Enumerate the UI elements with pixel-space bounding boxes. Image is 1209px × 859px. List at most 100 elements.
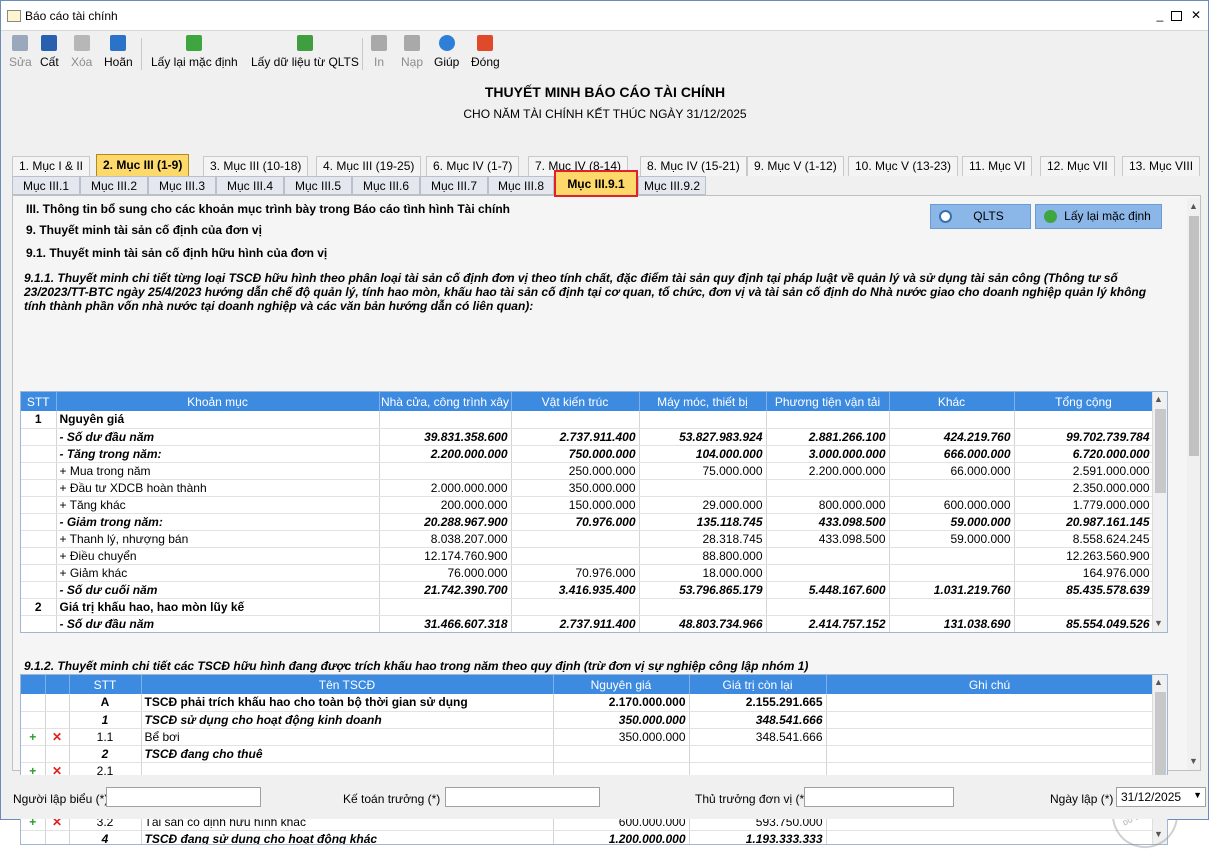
table-row[interactable]: 4 TSCĐ đang sử dụng cho hoạt động khác 1.2… bbox=[21, 830, 1154, 844]
date-picker[interactable]: 31/12/2025 ▼ bbox=[1116, 787, 1206, 807]
table-cell[interactable]: - Số dư cuối năm bbox=[56, 581, 380, 599]
table-cell[interactable]: TSCĐ sử dụng cho hoạt động kinh doanh bbox=[141, 711, 554, 729]
column-header[interactable]: Khoản mục bbox=[56, 392, 380, 411]
table-row[interactable]: - Số dư đầu năm 39.831.358.600 2.737.911.4… bbox=[21, 428, 1154, 446]
table-cell[interactable] bbox=[826, 728, 1154, 746]
close-window-button[interactable]: ✕ bbox=[1189, 8, 1203, 22]
table-cell[interactable]: - Giảm trong năm: bbox=[56, 513, 380, 531]
column-header[interactable] bbox=[21, 675, 46, 694]
add-row-cell[interactable] bbox=[21, 711, 46, 729]
table-cell[interactable] bbox=[766, 479, 890, 497]
table-cell[interactable]: 348.541.666 bbox=[689, 711, 827, 729]
table-cell[interactable]: + Điều chuyển bbox=[56, 547, 380, 565]
table-cell[interactable]: 250.000.000 bbox=[511, 462, 640, 480]
table-cell[interactable]: 2.170.000.000 bbox=[553, 694, 690, 712]
depreciating-assets-grid[interactable]: STT Tên TSCĐ Nguyên giá Giá trị còn lại Ghi … bbox=[20, 674, 1168, 845]
table-cell[interactable]: 150.000.000 bbox=[511, 496, 640, 514]
column-header[interactable] bbox=[45, 675, 70, 694]
toolbar-button-2[interactable]: Xóa bbox=[71, 35, 92, 75]
table-cell[interactable] bbox=[889, 564, 1015, 582]
column-header[interactable]: STT bbox=[69, 675, 142, 694]
table-cell[interactable] bbox=[1014, 598, 1154, 616]
table-row[interactable]: 1 TSCĐ sử dụng cho hoạt động kinh doanh 35… bbox=[21, 711, 1154, 729]
table-cell[interactable] bbox=[21, 445, 57, 463]
head-of-unit-input[interactable] bbox=[804, 787, 954, 807]
table-cell[interactable] bbox=[889, 598, 1015, 616]
toolbar-button-7[interactable]: Nạp bbox=[401, 35, 423, 75]
table-cell[interactable] bbox=[689, 745, 827, 763]
table-cell[interactable]: 800.000.000 bbox=[766, 496, 890, 514]
column-header[interactable]: STT bbox=[21, 392, 57, 411]
toolbar-button-3[interactable]: Hoãn bbox=[104, 35, 133, 75]
chief-accountant-input[interactable] bbox=[445, 787, 600, 807]
scroll-thumb[interactable] bbox=[1155, 409, 1166, 493]
table-cell[interactable]: 2.155.291.665 bbox=[689, 694, 827, 712]
add-row-cell[interactable] bbox=[21, 830, 46, 844]
table-cell[interactable] bbox=[379, 598, 512, 616]
table-cell[interactable] bbox=[826, 694, 1154, 712]
table-cell[interactable] bbox=[511, 547, 640, 565]
add-row-cell[interactable] bbox=[21, 694, 46, 712]
toolbar-button-5[interactable]: Lấy dữ liệu từ QLTS bbox=[251, 35, 359, 75]
column-header[interactable]: Máy móc, thiết bị bbox=[639, 392, 767, 411]
table-cell[interactable] bbox=[511, 598, 640, 616]
scroll-up-icon[interactable]: ▲ bbox=[1189, 201, 1198, 211]
toolbar-button-6[interactable]: In bbox=[371, 35, 387, 75]
table-cell[interactable]: 1.779.000.000 bbox=[1014, 496, 1154, 514]
table-cell[interactable]: 135.118.745 bbox=[639, 513, 767, 531]
toolbar-button-1[interactable]: Cất bbox=[40, 35, 59, 75]
delete-row-cell[interactable]: ✕ bbox=[45, 728, 70, 746]
table-cell[interactable]: 200.000.000 bbox=[379, 496, 512, 514]
column-header[interactable]: Vật kiến trúc bbox=[511, 392, 640, 411]
maximize-button[interactable] bbox=[1171, 11, 1182, 21]
table-cell[interactable]: 666.000.000 bbox=[889, 445, 1015, 463]
table-cell[interactable]: 433.098.500 bbox=[766, 530, 890, 548]
table-cell[interactable]: 20.987.161.145 bbox=[1014, 513, 1154, 531]
table-cell[interactable]: 2.000.000.000 bbox=[379, 479, 512, 497]
table-cell[interactable]: 70.976.000 bbox=[511, 564, 640, 582]
column-header[interactable]: Tổng cộng bbox=[1014, 392, 1154, 411]
table-cell[interactable]: TSCĐ đang cho thuê bbox=[141, 745, 554, 763]
table-cell[interactable]: TSCĐ phải trích khấu hao cho toàn bộ thờ… bbox=[141, 694, 554, 712]
table-cell[interactable]: Nguyên giá bbox=[56, 411, 380, 429]
column-header[interactable]: Nhà cửa, công trình xây bbox=[379, 392, 512, 411]
table-cell[interactable]: 2.591.000.000 bbox=[1014, 462, 1154, 480]
table-cell[interactable]: + Tăng khác bbox=[56, 496, 380, 514]
table-cell[interactable] bbox=[379, 411, 512, 429]
table-cell[interactable]: 1.200.000.000 bbox=[553, 830, 690, 844]
table-cell[interactable]: 131.038.690 bbox=[889, 615, 1015, 632]
main-tab-3[interactable]: 4. Mục III (19-25) bbox=[316, 156, 422, 176]
table-cell[interactable]: 5.448.167.600 bbox=[766, 581, 890, 599]
delete-row-cell[interactable] bbox=[45, 694, 70, 712]
preparer-input[interactable] bbox=[106, 787, 261, 807]
table-cell[interactable]: 2.200.000.000 bbox=[766, 462, 890, 480]
column-header[interactable]: Ghi chú bbox=[826, 675, 1154, 694]
table-row[interactable]: 2 Giá trị khấu hao, hao mòn lũy kế bbox=[21, 598, 1154, 616]
table-cell[interactable]: 350.000.000 bbox=[511, 479, 640, 497]
table-cell[interactable] bbox=[1014, 411, 1154, 429]
table-row[interactable]: + Điều chuyển 12.174.760.900 88.800.000 12.… bbox=[21, 547, 1154, 565]
table-row[interactable]: + Giảm khác 76.000.000 70.976.000 18.000.00… bbox=[21, 564, 1154, 582]
table-cell[interactable]: 3.416.935.400 bbox=[511, 581, 640, 599]
table-cell[interactable]: 59.000.000 bbox=[889, 530, 1015, 548]
sub-tab-1[interactable]: Mục III.2 bbox=[80, 176, 148, 195]
table-cell[interactable]: 2.737.911.400 bbox=[511, 428, 640, 446]
chevron-down-icon[interactable]: ▼ bbox=[1193, 790, 1202, 800]
table-cell[interactable]: 99.702.739.784 bbox=[1014, 428, 1154, 446]
table-cell[interactable]: 85.554.049.526 bbox=[1014, 615, 1154, 632]
table-cell[interactable]: 164.976.000 bbox=[1014, 564, 1154, 582]
column-header[interactable]: Nguyên giá bbox=[553, 675, 690, 694]
qlts-button[interactable]: QLTS bbox=[930, 204, 1031, 229]
table-cell[interactable] bbox=[21, 428, 57, 446]
table-cell[interactable]: 350.000.000 bbox=[553, 711, 690, 729]
table-cell[interactable] bbox=[826, 711, 1154, 729]
table-cell[interactable] bbox=[766, 564, 890, 582]
table-cell[interactable]: Bể bơi bbox=[141, 728, 554, 746]
table-cell[interactable] bbox=[766, 598, 890, 616]
table-cell[interactable]: 750.000.000 bbox=[511, 445, 640, 463]
main-tab-2[interactable]: 3. Mục III (10-18) bbox=[203, 156, 309, 176]
table-cell[interactable]: 6.720.000.000 bbox=[1014, 445, 1154, 463]
table-row[interactable]: + Thanh lý, nhượng bán 8.038.207.000 28.31… bbox=[21, 530, 1154, 548]
table-cell[interactable] bbox=[766, 547, 890, 565]
sub-tab-7[interactable]: Mục III.8 bbox=[488, 176, 554, 195]
